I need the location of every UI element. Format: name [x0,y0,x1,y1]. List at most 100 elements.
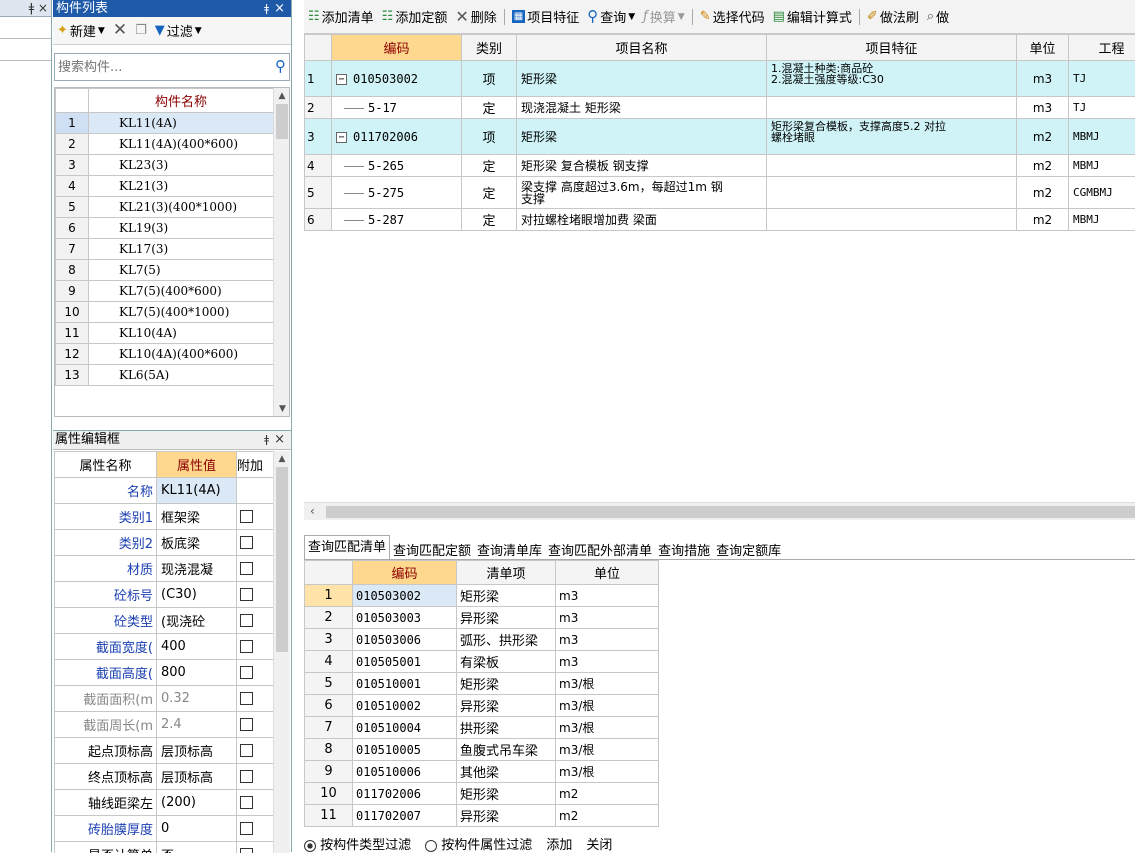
component-list-scrollbar[interactable]: ▲ ▼ [273,88,290,417]
type-cell[interactable]: 定 [462,177,517,209]
unit-cell[interactable]: m3 [1017,97,1069,119]
component-row[interactable]: 13KL6(5A) [56,365,274,386]
query-code-cell[interactable]: 010510004 [353,717,457,739]
type-cell[interactable]: 定 [462,97,517,119]
property-row[interactable]: 砼类型(现浇砼 [55,608,274,634]
scroll-up-icon[interactable]: ▲ [274,88,290,104]
attach-cell[interactable] [237,686,274,712]
component-row[interactable]: 10KL7(5)(400*1000) [56,302,274,323]
tab-5[interactable]: 查询措施 [655,540,713,559]
type-cell[interactable]: 定 [462,209,517,231]
component-row[interactable]: 7KL17(3) [56,239,274,260]
property-value[interactable]: 800 [157,660,237,686]
property-row[interactable]: 截面高度(800 [55,660,274,686]
add-list-button[interactable]: ☷添加清单 [304,7,378,27]
property-row[interactable]: 是否计算单否 [55,842,274,853]
unit-cell[interactable]: m2 [1017,177,1069,209]
close-icon[interactable]: × [274,0,285,17]
attach-cell[interactable] [237,504,274,530]
query-row[interactable]: 3010503006弧形、拱形梁m3 [305,629,659,651]
component-row[interactable]: 2KL11(4A)(400*600) [56,134,274,155]
property-row[interactable]: 名称KL11(4A) [55,478,274,504]
attach-cell[interactable] [237,660,274,686]
add-button[interactable]: 添加 [546,838,572,852]
item-feature-button[interactable]: ▦项目特征 [508,7,583,27]
query-row[interactable]: 11011702007异形梁m2 [305,805,659,827]
property-row[interactable]: 砖胎膜厚度0 [55,816,274,842]
query-item-cell[interactable]: 其他梁 [457,761,556,783]
edit-formula-button[interactable]: ▤编辑计算式 [769,7,856,27]
query-unit-header[interactable]: 单位 [556,561,659,585]
query-unit-cell[interactable]: m3 [556,585,659,607]
convert-button[interactable]: ƒ换算▼ [639,7,689,27]
query-code-cell[interactable]: 010510005 [353,739,457,761]
attach-checkbox[interactable] [240,718,253,731]
attach-cell[interactable] [237,556,274,582]
method-grid-hscrollbar[interactable]: ‹ [304,502,1135,520]
item-feature-cell[interactable]: 1.混凝土种类:商品砼 2.混凝土强度等级:C30 [767,61,1017,97]
query-item-cell[interactable]: 鱼腹式吊车梁 [457,739,556,761]
query-code-cell[interactable]: 010503003 [353,607,457,629]
property-value[interactable]: 2.4 [157,712,237,738]
item-feature-cell[interactable]: 矩形梁复合模板，支撑高度5.2 对拉 螺栓堵眼 [767,119,1017,155]
item-feature-cell[interactable] [767,209,1017,231]
query-row[interactable]: 10011702006矩形梁m2 [305,783,659,805]
attach-checkbox[interactable] [240,692,253,705]
unit-cell[interactable]: m3 [1017,61,1069,97]
component-row[interactable]: 8KL7(5) [56,260,274,281]
attach-checkbox[interactable] [240,536,253,549]
method-row[interactable]: 1−010503002项矩形梁1.混凝土种类:商品砼 2.混凝土强度等级:C30… [305,61,1135,97]
component-row[interactable]: 11KL10(4A) [56,323,274,344]
query-button[interactable]: ⚲查询▼ [583,7,639,27]
method-row[interactable]: 25-17定现浇混凝土 矩形梁m3TJ [305,97,1135,119]
property-row[interactable]: 截面宽度(400 [55,634,274,660]
attach-checkbox[interactable] [240,848,253,853]
tab-2[interactable]: 查询匹配定额 [390,540,474,559]
query-item-cell[interactable]: 有梁板 [457,651,556,673]
query-unit-cell[interactable]: m3 [556,629,659,651]
unit-cell[interactable]: m2 [1017,155,1069,177]
pin-icon[interactable]: ǂ [264,0,269,17]
query-row[interactable]: 6010510002异形梁m3/根 [305,695,659,717]
close-button[interactable]: 关闭 [586,838,612,852]
attach-cell[interactable] [237,530,274,556]
property-row[interactable]: 截面周长(m2.4 [55,712,274,738]
attach-checkbox[interactable] [240,510,253,523]
query-code-cell[interactable]: 010503002 [353,585,457,607]
attach-checkbox[interactable] [240,640,253,653]
method-query-button[interactable]: ⌕做 [923,7,953,27]
property-value[interactable]: 0.32 [157,686,237,712]
property-value[interactable]: KL11(4A) [157,478,237,504]
method-row[interactable]: 45-265定矩形梁 复合模板 钢支撑m2MBMJ [305,155,1135,177]
scroll-thumb[interactable] [276,467,288,652]
item-name-header[interactable]: 项目名称 [517,35,767,61]
quantity-cell[interactable]: MBMJ [1069,119,1135,155]
component-row[interactable]: 4KL21(3) [56,176,274,197]
quantity-header[interactable]: 工程 [1069,35,1135,61]
pin-icon[interactable]: ǂ [264,431,269,449]
copy-button[interactable]: ❐ [131,21,151,41]
property-row[interactable]: 类别1框架梁 [55,504,274,530]
item-name-cell[interactable]: 矩形梁 [517,61,767,97]
query-unit-cell[interactable]: m3 [556,651,659,673]
item-name-cell[interactable]: 矩形梁 复合模板 钢支撑 [517,155,767,177]
code-cell[interactable]: 5-275 [332,177,462,209]
scroll-thumb[interactable] [326,506,1135,518]
item-feature-cell[interactable] [767,97,1017,119]
query-item-header[interactable]: 清单项 [457,561,556,585]
method-brush-button[interactable]: ✐做法刷 [863,7,923,27]
query-unit-cell[interactable]: m3/根 [556,717,659,739]
property-value[interactable]: (200) [157,790,237,816]
item-name-cell[interactable]: 矩形梁 [517,119,767,155]
unit-cell[interactable]: m2 [1017,209,1069,231]
query-item-cell[interactable]: 弧形、拱形梁 [457,629,556,651]
quantity-cell[interactable]: CGMBMJ [1069,177,1135,209]
attach-cell[interactable] [237,582,274,608]
attach-cell[interactable] [237,842,274,853]
property-row[interactable]: 终点顶标高层顶标高 [55,764,274,790]
tab-4[interactable]: 查询匹配外部清单 [545,540,655,559]
attach-checkbox[interactable] [240,822,253,835]
property-value[interactable]: 0 [157,816,237,842]
type-cell[interactable]: 项 [462,119,517,155]
component-row[interactable]: 9KL7(5)(400*600) [56,281,274,302]
